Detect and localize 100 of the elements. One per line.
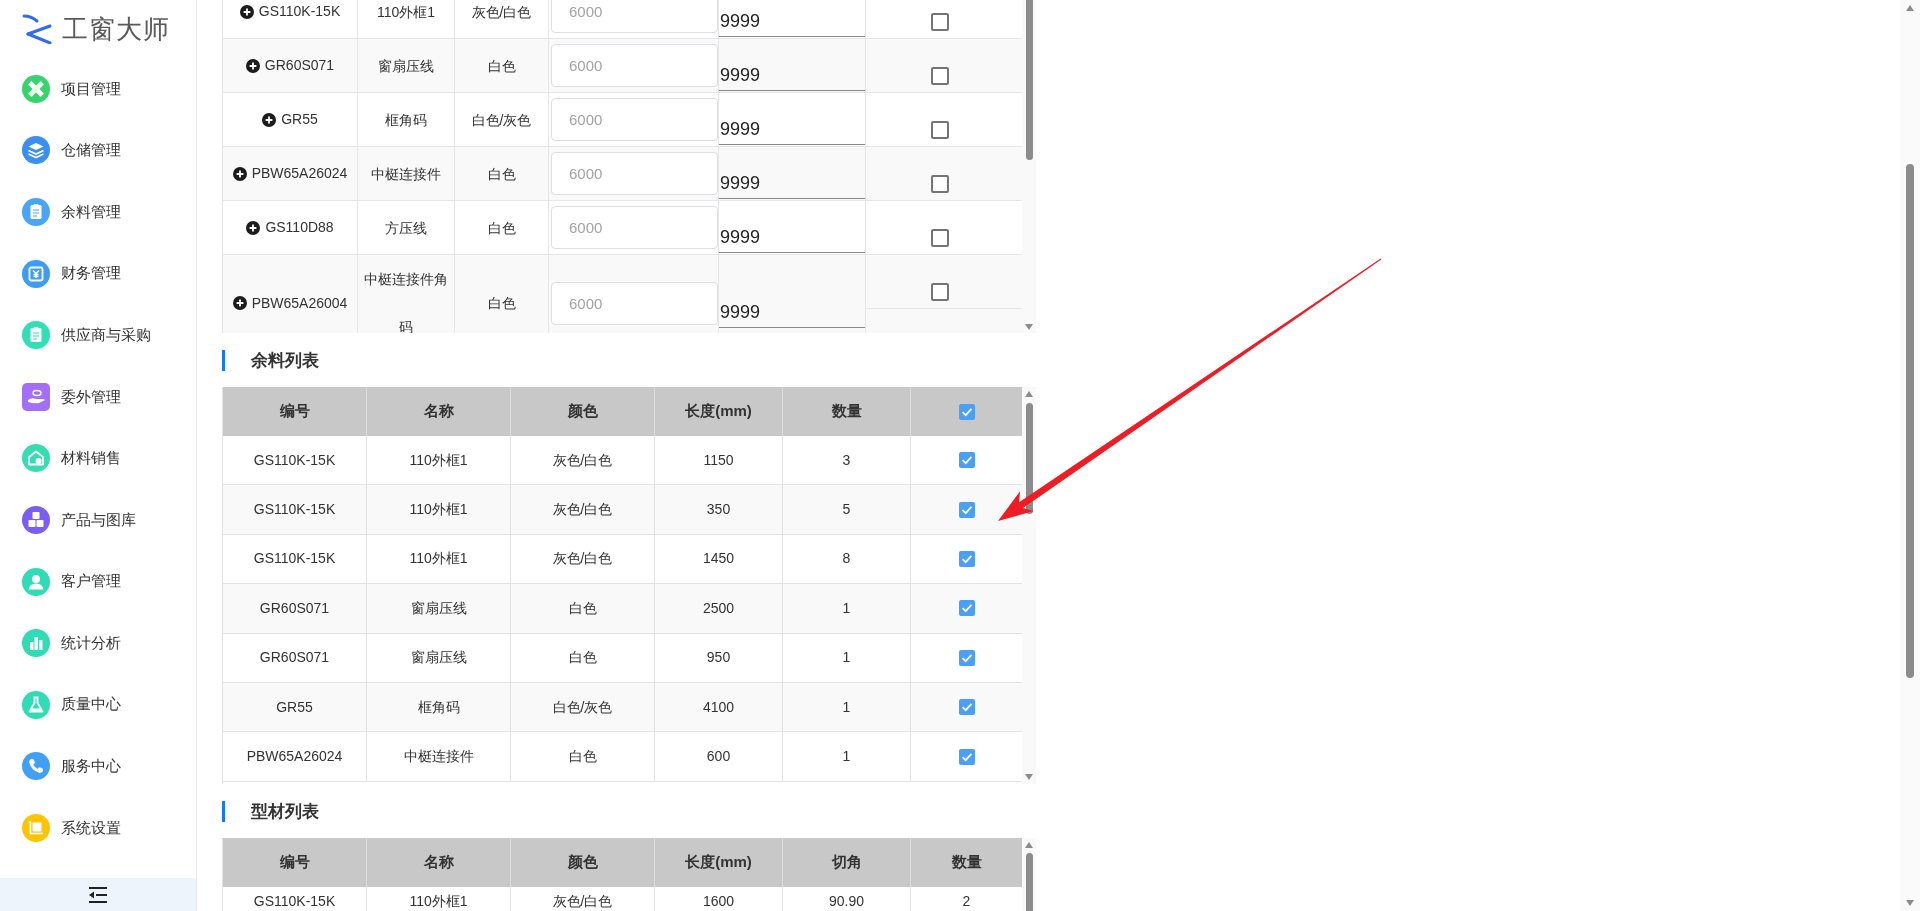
- checkbox[interactable]: [958, 600, 975, 617]
- table-cell: 白色: [511, 633, 655, 682]
- sidebar-item[interactable]: 材料销售: [0, 427, 196, 490]
- table-cell: 灰色/白色: [511, 887, 655, 911]
- input-field[interactable]: 6000: [551, 0, 718, 33]
- checkbox[interactable]: [958, 699, 975, 716]
- table-cell: 灰色/白色: [511, 534, 655, 584]
- table-cell: 窗扇压线: [367, 633, 511, 682]
- person-icon: [22, 567, 50, 596]
- table-cell: GS110K-15K: [223, 485, 367, 534]
- sidebar-item[interactable]: 仓储管理: [0, 119, 196, 182]
- table-cell: 中梃连接件: [367, 732, 511, 781]
- scroll-up-icon[interactable]: [1025, 391, 1033, 397]
- input-field[interactable]: 6000: [551, 206, 718, 249]
- checkbox[interactable]: [958, 550, 975, 567]
- table-cell: 1450: [655, 534, 783, 584]
- plus-circle-icon[interactable]: [246, 220, 261, 235]
- table-cell: GS110K-15K: [223, 534, 367, 584]
- checkbox[interactable]: [931, 175, 949, 193]
- code-text: PBW65A26004: [251, 293, 348, 313]
- plus-circle-icon[interactable]: [232, 166, 247, 181]
- phone-icon: [22, 752, 50, 781]
- checkbox[interactable]: [931, 283, 949, 301]
- sidebar-item[interactable]: 供应商与采购: [0, 304, 196, 366]
- scrollbar-thumb[interactable]: [1025, 0, 1033, 160]
- section-title: 余料列表: [222, 349, 319, 371]
- plus-circle-icon[interactable]: [262, 112, 277, 127]
- crossed-tools-icon: [22, 74, 50, 103]
- sidebar-item[interactable]: 客户管理: [0, 550, 196, 613]
- plus-circle-icon[interactable]: [232, 296, 247, 310]
- table-cell: 1: [783, 584, 911, 633]
- code-text: GR60S071: [264, 56, 335, 75]
- table-cell: 4100: [655, 682, 783, 732]
- checkbox[interactable]: [931, 67, 949, 85]
- code-text: GS110K-15K: [258, 2, 341, 21]
- table-cell: GS110K-15K: [223, 887, 367, 911]
- underlined-field[interactable]: 9999: [719, 298, 865, 328]
- underlined-field[interactable]: 9999: [719, 114, 865, 145]
- checkbox[interactable]: [958, 649, 975, 666]
- table-cell: 灰色/白色: [511, 485, 655, 534]
- layers-icon: [22, 136, 50, 165]
- sidebar-item[interactable]: 系统设置: [0, 797, 196, 859]
- scroll-up-icon[interactable]: [1906, 5, 1914, 11]
- underlined-field[interactable]: 9999: [719, 60, 865, 91]
- input-field[interactable]: 6000: [551, 152, 718, 195]
- sidebar-item[interactable]: 产品与图库: [0, 489, 196, 551]
- input-field[interactable]: 6000: [551, 44, 718, 87]
- flask-icon: [22, 690, 50, 719]
- checkbox[interactable]: [958, 501, 975, 518]
- checkbox[interactable]: [958, 748, 975, 765]
- scrollbar-thumb[interactable]: [1906, 164, 1914, 678]
- table-cell: 3: [783, 436, 911, 485]
- table-cell: 90.90: [783, 887, 911, 911]
- table-cell: GS110K-15K: [223, 436, 367, 485]
- table-cell: 1: [783, 682, 911, 732]
- table-cell: 2500: [655, 584, 783, 633]
- scroll-down-icon[interactable]: [1906, 900, 1914, 906]
- sidebar-item[interactable]: 余料管理: [0, 181, 196, 243]
- table-cell: 110外框1: [367, 485, 511, 534]
- scroll-down-icon[interactable]: [1025, 774, 1033, 780]
- sidebar-item[interactable]: 财务管理: [0, 242, 196, 305]
- sidebar-item[interactable]: 委外管理: [0, 365, 196, 428]
- table-cell: 窗扇压线: [367, 584, 511, 633]
- checkbox[interactable]: [958, 403, 975, 420]
- checkbox[interactable]: [931, 121, 949, 139]
- scroll-down-icon[interactable]: [1025, 324, 1033, 330]
- table-cell: 白色: [511, 732, 655, 781]
- checkbox[interactable]: [931, 13, 949, 31]
- logo-text: 工窗大师: [62, 16, 170, 42]
- checkbox[interactable]: [931, 229, 949, 247]
- hand-coin-icon: [22, 382, 50, 411]
- underlined-field[interactable]: 9999: [719, 6, 865, 37]
- underlined-field[interactable]: 9999: [719, 222, 865, 253]
- code-text: PBW65A26024: [251, 164, 348, 183]
- yen-icon: [22, 259, 50, 288]
- table-cell: 5: [783, 485, 911, 534]
- plus-circle-icon[interactable]: [239, 4, 254, 19]
- sidebar-item[interactable]: 项目管理: [0, 58, 196, 120]
- package-icon: [22, 813, 50, 842]
- scroll-up-icon[interactable]: [1025, 842, 1033, 848]
- table-cell: 1: [783, 633, 911, 682]
- sidebar-item[interactable]: 质量中心: [0, 673, 196, 736]
- plus-circle-icon[interactable]: [245, 58, 260, 73]
- input-field[interactable]: 6000: [551, 98, 718, 141]
- input-field[interactable]: 6000: [551, 281, 718, 325]
- checkbox[interactable]: [958, 452, 975, 469]
- table-cell: 白色/灰色: [511, 682, 655, 732]
- table-cell: 1: [783, 732, 911, 781]
- sidebar-item[interactable]: 服务中心: [0, 735, 196, 798]
- scrollbar-thumb[interactable]: [1025, 853, 1033, 911]
- table-cell: 框角码: [367, 682, 511, 732]
- bar-chart-icon: [22, 629, 50, 658]
- sidebar-item[interactable]: 统计分析: [0, 612, 196, 674]
- table-cell: 白色: [511, 584, 655, 633]
- table-cell: 110外框1: [367, 534, 511, 584]
- scrollbar-thumb[interactable]: [1025, 403, 1033, 514]
- section-title: 型材列表: [222, 800, 319, 822]
- table-cell: 1600: [655, 887, 783, 911]
- underlined-field[interactable]: 9999: [719, 168, 865, 199]
- table-cell: 350: [655, 485, 783, 534]
